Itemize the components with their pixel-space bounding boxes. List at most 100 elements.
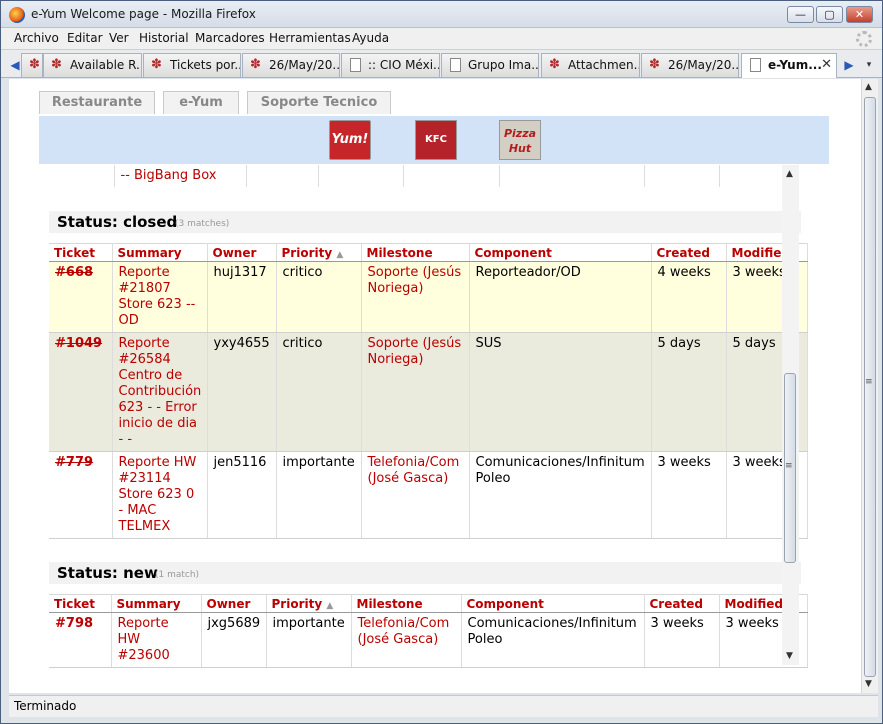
col-milestone[interactable]: Milestone bbox=[361, 243, 470, 262]
browser-tab[interactable]: ✽ 26/May/20... bbox=[242, 53, 340, 77]
browser-tab[interactable]: ✽... bbox=[21, 53, 43, 77]
scroll-down-icon[interactable]: ▼ bbox=[786, 651, 793, 661]
summary-link[interactable]: Reporte HW #23114 Store 623 0 - MAC TELM… bbox=[112, 451, 208, 539]
created-cell: 5 days bbox=[651, 332, 727, 452]
match-count: (3 matches) bbox=[175, 219, 230, 229]
table-row: #668 Reporte #21807 Store 623 -- OD huj1… bbox=[49, 261, 808, 333]
col-component[interactable]: Component bbox=[461, 594, 645, 613]
browser-tab-active[interactable]: e-Yum... ✕ bbox=[741, 53, 837, 78]
table-header-row: Ticket Summary Owner Priority ▲ Mileston… bbox=[49, 594, 808, 613]
component-cell: Comunicaciones/Infinitum Poleo bbox=[461, 612, 645, 668]
summary-link[interactable]: Reporte #26584 Centro de Contribución 62… bbox=[112, 332, 208, 452]
created-cell: 4 weeks bbox=[651, 261, 727, 333]
tab-label: Tickets por... bbox=[170, 58, 241, 72]
summary-link[interactable]: Reporte #21807 Store 623 -- OD bbox=[112, 261, 208, 333]
table-row: #779 Reporte HW #23114 Store 623 0 - MAC… bbox=[49, 451, 808, 539]
summary-cell[interactable]: -- BigBang Box bbox=[114, 165, 247, 187]
col-owner[interactable]: Owner bbox=[207, 243, 277, 262]
nav-restaurante[interactable]: Restaurante bbox=[39, 91, 155, 114]
paw-icon: ✽ bbox=[51, 57, 62, 72]
browser-tab[interactable]: ✽ Available R... bbox=[43, 53, 142, 77]
priority-cell: importante bbox=[266, 612, 352, 668]
browser-tab[interactable]: ✽ 26/May/20... bbox=[641, 53, 739, 77]
ticket-id-link[interactable]: #779 bbox=[49, 451, 113, 539]
menu-ayuda[interactable]: Ayuda bbox=[352, 31, 389, 45]
tabs-scroll-right-icon[interactable]: ▶ bbox=[841, 55, 857, 75]
scroll-down-icon[interactable]: ▼ bbox=[865, 679, 872, 689]
yum-logo[interactable]: Yum! bbox=[329, 120, 371, 160]
menu-editar[interactable]: Editar bbox=[67, 31, 103, 45]
table-row: #798 Reporte HW #23600 jxg5689 important… bbox=[49, 612, 808, 668]
milestone-link[interactable]: Soporte (Jesús Noriega) bbox=[361, 332, 470, 452]
ticket-id[interactable]: #668 bbox=[55, 265, 93, 280]
nav-e-yum[interactable]: e-Yum bbox=[163, 91, 239, 114]
tab-bar: ◀ ✽... ✽Available R... ✽Tickets por... ✽… bbox=[1, 50, 882, 78]
ticket-id-link[interactable]: #798 bbox=[49, 612, 112, 668]
kfc-logo[interactable]: KFC bbox=[415, 120, 457, 160]
firefox-icon bbox=[9, 7, 25, 23]
browser-tab[interactable]: ✽ Tickets por... bbox=[143, 53, 241, 77]
maximize-button[interactable]: ▢ bbox=[816, 6, 843, 23]
paw-icon: ✽ bbox=[29, 57, 40, 72]
col-ticket[interactable]: Ticket bbox=[49, 594, 112, 613]
component-cell: Reporteador/OD bbox=[469, 261, 652, 333]
component-cell: SUS bbox=[469, 332, 652, 452]
tab-close-icon[interactable]: ✕ bbox=[821, 54, 832, 76]
sort-asc-icon: ▲ bbox=[336, 249, 344, 260]
col-priority-label: Priority bbox=[281, 245, 333, 260]
col-created[interactable]: Created bbox=[651, 243, 727, 262]
grip-icon: ≡ bbox=[785, 461, 793, 471]
ticket-id[interactable]: #798 bbox=[55, 616, 93, 631]
browser-tab[interactable]: Grupo Ima... bbox=[441, 53, 539, 77]
ticket-id-link[interactable]: #1049 bbox=[49, 332, 113, 452]
browser-tab[interactable]: :: CIO Méxi... bbox=[341, 53, 440, 77]
owner-cell: huj1317 bbox=[207, 261, 277, 333]
page-scrollbar[interactable]: ▲ ≡ ▼ bbox=[861, 79, 878, 693]
paw-icon: ✽ bbox=[649, 57, 660, 72]
milestone-link[interactable]: Telefonia/Com (José Gasca) bbox=[361, 451, 470, 539]
minimize-button[interactable]: — bbox=[787, 6, 814, 23]
col-component[interactable]: Component bbox=[469, 243, 652, 262]
title-bar: e-Yum Welcome page - Mozilla Firefox — ▢… bbox=[1, 1, 882, 28]
ticket-id[interactable]: #779 bbox=[55, 455, 93, 470]
col-ticket[interactable]: Ticket bbox=[49, 243, 113, 262]
milestone-link[interactable]: Soporte (Jesús Noriega) bbox=[361, 261, 470, 333]
ticket-report: -- BigBang Box Status: closed (3 matches… bbox=[39, 165, 829, 693]
menu-ver[interactable]: Ver bbox=[109, 31, 129, 45]
created-cell: 3 weeks bbox=[651, 451, 727, 539]
summary-link[interactable]: Reporte HW #23600 bbox=[111, 612, 202, 668]
paw-icon: ✽ bbox=[250, 57, 261, 72]
group-title: Status: new bbox=[57, 564, 158, 582]
col-summary[interactable]: Summary bbox=[111, 594, 202, 613]
col-created[interactable]: Created bbox=[644, 594, 720, 613]
tab-label: e-Yum... bbox=[768, 58, 822, 72]
menu-marcadores[interactable]: Marcadores bbox=[195, 31, 265, 45]
inner-scrollbar[interactable]: ▲ ≡ ▼ bbox=[782, 165, 799, 665]
match-count: (1 match) bbox=[155, 570, 200, 580]
tab-label: Attachmen... bbox=[568, 58, 640, 72]
menu-herramientas[interactable]: Herramientas bbox=[269, 31, 351, 45]
col-owner[interactable]: Owner bbox=[201, 594, 267, 613]
pizza-hut-logo[interactable]: Pizza Hut bbox=[499, 120, 541, 160]
nav-soporte-tecnico[interactable]: Soporte Tecnico bbox=[247, 91, 391, 114]
close-button[interactable]: ✕ bbox=[846, 6, 873, 23]
milestone-link[interactable]: Telefonia/Com (José Gasca) bbox=[351, 612, 462, 668]
group-header-closed: Status: closed (3 matches) bbox=[49, 211, 801, 233]
tab-label: :: CIO Méxi... bbox=[368, 58, 440, 72]
ticket-id-link[interactable]: #668 bbox=[49, 261, 113, 333]
col-priority[interactable]: Priority ▲ bbox=[266, 594, 352, 613]
component-cell: Comunicaciones/Infinitum Poleo bbox=[469, 451, 652, 539]
col-summary[interactable]: Summary bbox=[112, 243, 208, 262]
scroll-up-icon[interactable]: ▲ bbox=[786, 169, 793, 179]
menu-historial[interactable]: Historial bbox=[139, 31, 189, 45]
all-tabs-dropdown-icon[interactable]: ▾ bbox=[861, 55, 877, 75]
sort-asc-icon: ▲ bbox=[326, 600, 334, 611]
scroll-up-icon[interactable]: ▲ bbox=[865, 82, 872, 92]
paw-icon: ✽ bbox=[151, 57, 162, 72]
ticket-id[interactable]: #1049 bbox=[55, 336, 102, 351]
scroll-thumb[interactable] bbox=[864, 97, 876, 677]
menu-archivo[interactable]: Archivo bbox=[14, 31, 59, 45]
browser-tab[interactable]: ✽ Attachmen... bbox=[541, 53, 640, 77]
col-milestone[interactable]: Milestone bbox=[351, 594, 462, 613]
col-priority[interactable]: Priority ▲ bbox=[276, 243, 362, 262]
